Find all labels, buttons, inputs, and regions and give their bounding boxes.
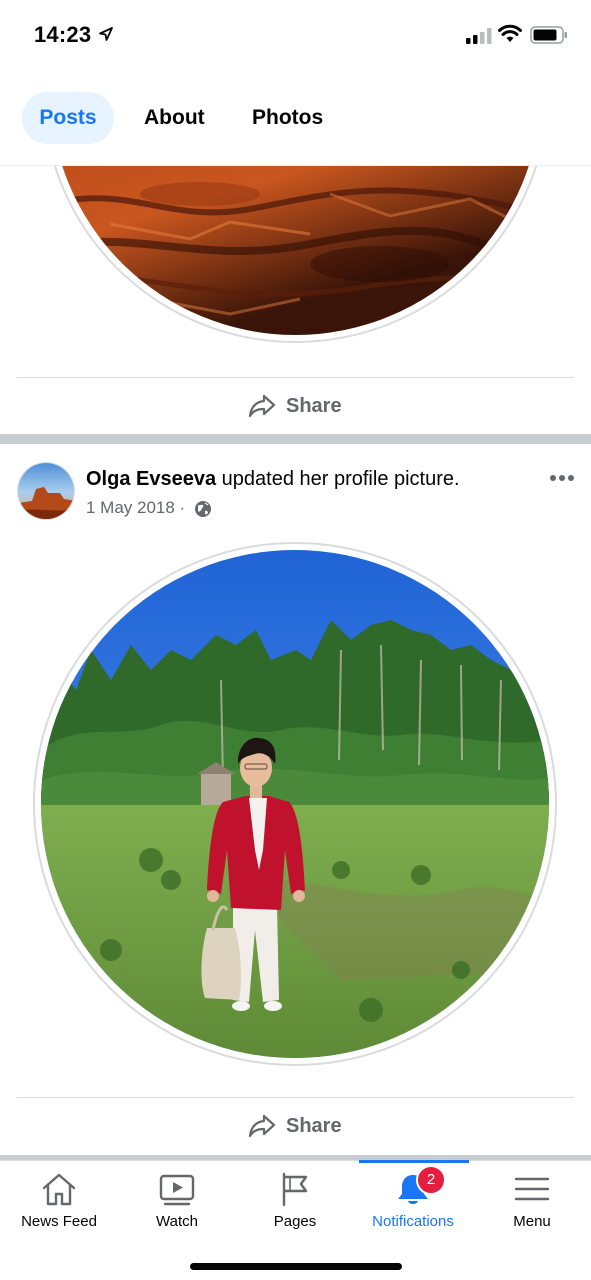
post-date[interactable]: 1 May 2018 · [86, 498, 185, 518]
more-options-icon[interactable] [549, 474, 575, 482]
share-icon [248, 394, 276, 418]
tab-posts[interactable]: Posts [22, 92, 114, 144]
tab-about[interactable]: About [126, 92, 223, 144]
nav-label: Menu [513, 1213, 551, 1230]
profile-photo-frame [33, 542, 557, 1066]
bottom-navigation: News Feed Watch Pages Notifications 2 Me… [0, 1160, 591, 1280]
nav-news-feed[interactable]: News Feed [0, 1161, 118, 1241]
share-label: Share [286, 1115, 342, 1137]
hamburger-icon [514, 1177, 550, 1201]
post-photo-desert[interactable] [50, 166, 541, 335]
share-label: Share [286, 395, 342, 417]
flag-icon [282, 1172, 308, 1207]
video-icon [159, 1174, 195, 1206]
home-icon [42, 1173, 76, 1206]
post-photo-frame [42, 166, 549, 343]
post-author[interactable]: Olga Evseeva [86, 468, 216, 490]
post-card: Share [0, 166, 591, 434]
nav-label: Notifications [372, 1213, 454, 1230]
tab-photos[interactable]: Photos [234, 92, 341, 144]
post-header: Olga Evseeva updated her profile picture… [86, 468, 460, 491]
signal-icon [466, 28, 492, 44]
profile-photo[interactable] [41, 550, 549, 1058]
nav-pages[interactable]: Pages [236, 1161, 354, 1241]
nav-watch[interactable]: Watch [118, 1161, 236, 1241]
post-card: Olga Evseeva updated her profile picture… [0, 444, 591, 1160]
notification-badge: 2 [416, 1165, 446, 1195]
share-button[interactable]: Share [0, 1098, 591, 1156]
status-bar: 14:23 [0, 0, 591, 68]
nav-menu[interactable]: Menu [473, 1161, 591, 1241]
post-action: updated her profile picture. [216, 468, 460, 490]
nav-label: Watch [156, 1213, 198, 1230]
home-indicator[interactable] [190, 1263, 402, 1270]
profile-tabs: Posts About Photos [0, 70, 591, 166]
share-button[interactable]: Share [0, 378, 591, 434]
battery-icon [530, 26, 567, 44]
nav-notifications[interactable]: Notifications [354, 1161, 472, 1241]
nav-label: News Feed [21, 1213, 97, 1230]
location-arrow-icon [99, 27, 113, 41]
nav-label: Pages [273, 1213, 317, 1230]
share-icon [248, 1114, 276, 1138]
section-separator [0, 434, 591, 444]
wifi-icon [498, 24, 522, 42]
globe-icon [195, 501, 211, 517]
avatar[interactable] [17, 462, 75, 520]
status-time: 14:23 [34, 22, 92, 47]
